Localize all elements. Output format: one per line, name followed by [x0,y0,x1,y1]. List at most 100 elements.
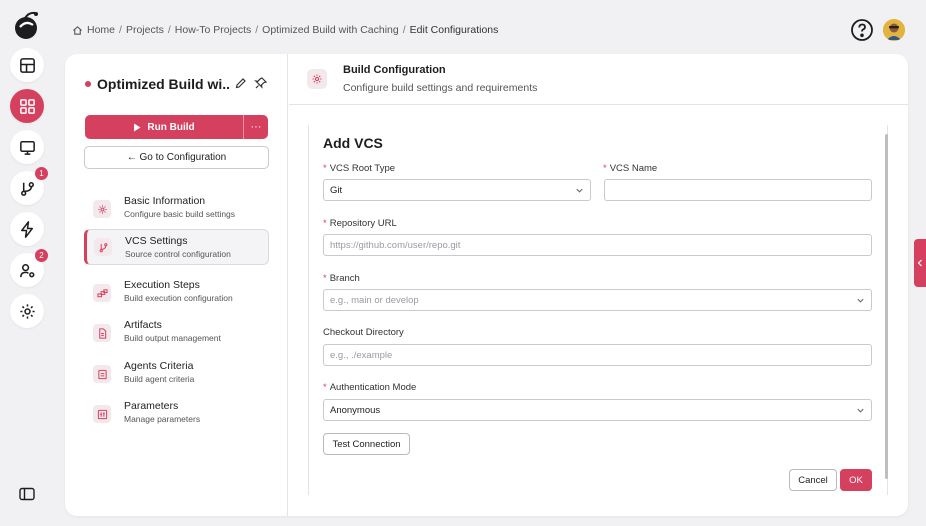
nav-title: Execution Steps [124,279,200,291]
nav-item-execution-steps[interactable]: Execution Steps Build execution configur… [84,275,269,311]
nav-icon-wrap [93,405,111,423]
user-settings-icon [19,263,34,277]
branch-label: * Branch [323,273,360,284]
nav-icon-wrap [93,200,111,218]
run-options-button[interactable]: ··· [243,115,268,139]
nav-title: Agents Criteria [124,360,194,372]
rail-dashboard-button[interactable] [10,48,44,82]
branch-select[interactable]: e.g., main or develop [323,289,872,311]
avatar[interactable] [883,19,905,41]
gear-icon [97,204,107,214]
vcs-notification-badge: 1 [35,167,48,180]
required-marker: * [323,163,327,174]
required-marker: * [323,218,327,229]
checkout-directory-label: Checkout Directory [323,327,404,338]
breadcrumb-how-to-projects[interactable]: How-To Projects [175,24,251,36]
breadcrumb-projects[interactable]: Projects [126,24,164,36]
repository-url-label-text: Repository URL [329,218,397,229]
nav-subtitle: Build execution configuration [124,293,233,303]
content-header: Build Configuration Configure build sett… [289,54,908,105]
authentication-mode-select[interactable]: Anonymous [323,399,872,421]
bolt-icon [20,220,33,238]
nav-item-parameters[interactable]: Parameters Manage parameters [84,396,269,432]
chevron-down-icon [857,298,864,303]
run-build-label: Run Build [147,121,195,133]
nav-title: Artifacts [124,319,162,331]
authentication-mode-label-text: Authentication Mode [329,382,417,393]
nav-subtitle: Manage parameters [124,414,201,424]
git-branch-icon [99,242,107,252]
rail-projects-button[interactable] [10,89,44,123]
edit-icon[interactable] [234,76,248,90]
vcs-root-type-value: Git [330,184,343,196]
breadcrumb-separator: / [119,24,122,36]
nav-title: Parameters [124,400,179,412]
header-icon-wrap [307,69,327,89]
nav-item-agents-criteria[interactable]: Agents Criteria Build agent criteria [84,356,269,392]
chevron-down-icon [576,188,583,193]
breadcrumb-current: Edit Configurations [409,24,499,36]
nav-icon-wrap [93,324,111,342]
page-subtitle: Configure build settings and requirement… [343,82,538,94]
rail-agents-button[interactable] [10,130,44,164]
nav-subtitle: Configure basic build settings [124,209,236,219]
add-vcs-form: Add VCS * VCS Root Type Git * VCS Name * Re… [308,125,888,495]
authentication-mode-value: Anonymous [330,404,381,416]
home-icon[interactable] [72,25,83,36]
nav-subtitle: Source control configuration [125,249,231,259]
form-scrollbar[interactable] [885,134,888,479]
chevron-left-icon [917,259,922,267]
cancel-button[interactable]: Cancel [789,469,837,491]
authentication-mode-label: * Authentication Mode [323,382,416,393]
nav-item-vcs-settings[interactable]: VCS Settings Source control configuratio… [84,229,269,265]
main-card: Optimized Build wi... Run Build ··· ← Go… [65,54,908,516]
pin-icon[interactable] [254,76,268,90]
go-to-configuration-button[interactable]: ← Go to Configuration [84,146,269,169]
required-marker: * [603,163,607,174]
vcs-root-type-select[interactable]: Git [323,179,591,201]
help-icon[interactable] [850,18,874,42]
breadcrumb: Home / Projects / How-To Projects / Opti… [72,24,498,36]
ok-button[interactable]: OK [840,469,872,491]
agent-icon [97,369,107,379]
rail-settings-button[interactable] [10,294,44,328]
vcs-name-label: * VCS Name [603,163,657,174]
gear-icon [312,74,322,84]
rail-vcs-button[interactable]: 1 [10,167,48,205]
breadcrumb-project[interactable]: Optimized Build with Caching [262,24,399,36]
rail-events-button[interactable] [10,212,44,246]
repository-url-input[interactable]: https://github.com/user/repo.git [323,234,872,256]
play-icon [134,123,141,131]
apps-grid-icon [19,98,35,114]
required-marker: * [323,273,327,284]
file-icon [98,327,106,339]
project-name: Optimized Build wi... [97,76,229,92]
form-title: Add VCS [323,135,383,151]
left-rail: 1 2 [0,0,55,526]
gear-icon [19,303,35,319]
branch-label-text: Branch [329,273,360,284]
nav-item-basic-information[interactable]: Basic Information Configure basic build … [84,191,269,227]
vcs-name-input[interactable] [604,179,872,201]
chevron-down-icon [857,408,864,413]
checkout-directory-input[interactable]: e.g., ./example [323,344,872,366]
nav-icon-wrap [94,238,112,256]
nav-item-artifacts[interactable]: Artifacts Build output management [84,315,269,351]
table-grid-icon [19,57,35,73]
nav-icon-wrap [93,284,111,302]
breadcrumb-separator: / [167,24,171,36]
sidebar-toggle-icon[interactable] [18,486,36,502]
app-logo-icon[interactable] [11,10,43,42]
rail-users-button[interactable]: 2 [10,249,48,287]
nav-title: Basic Information [124,195,206,207]
vcs-root-type-label-text: VCS Root Type [329,163,396,174]
collapse-panel-tab[interactable] [914,239,926,287]
required-marker: * [323,382,327,393]
vcs-root-type-label: * VCS Root Type [323,163,395,174]
nav-subtitle: Build output management [124,333,221,343]
repository-url-label: * Repository URL [323,218,397,229]
run-build-button[interactable]: Run Build [85,115,243,139]
breadcrumb-home[interactable]: Home [87,24,115,36]
sliders-icon [97,409,107,419]
test-connection-button[interactable]: Test Connection [323,433,410,455]
